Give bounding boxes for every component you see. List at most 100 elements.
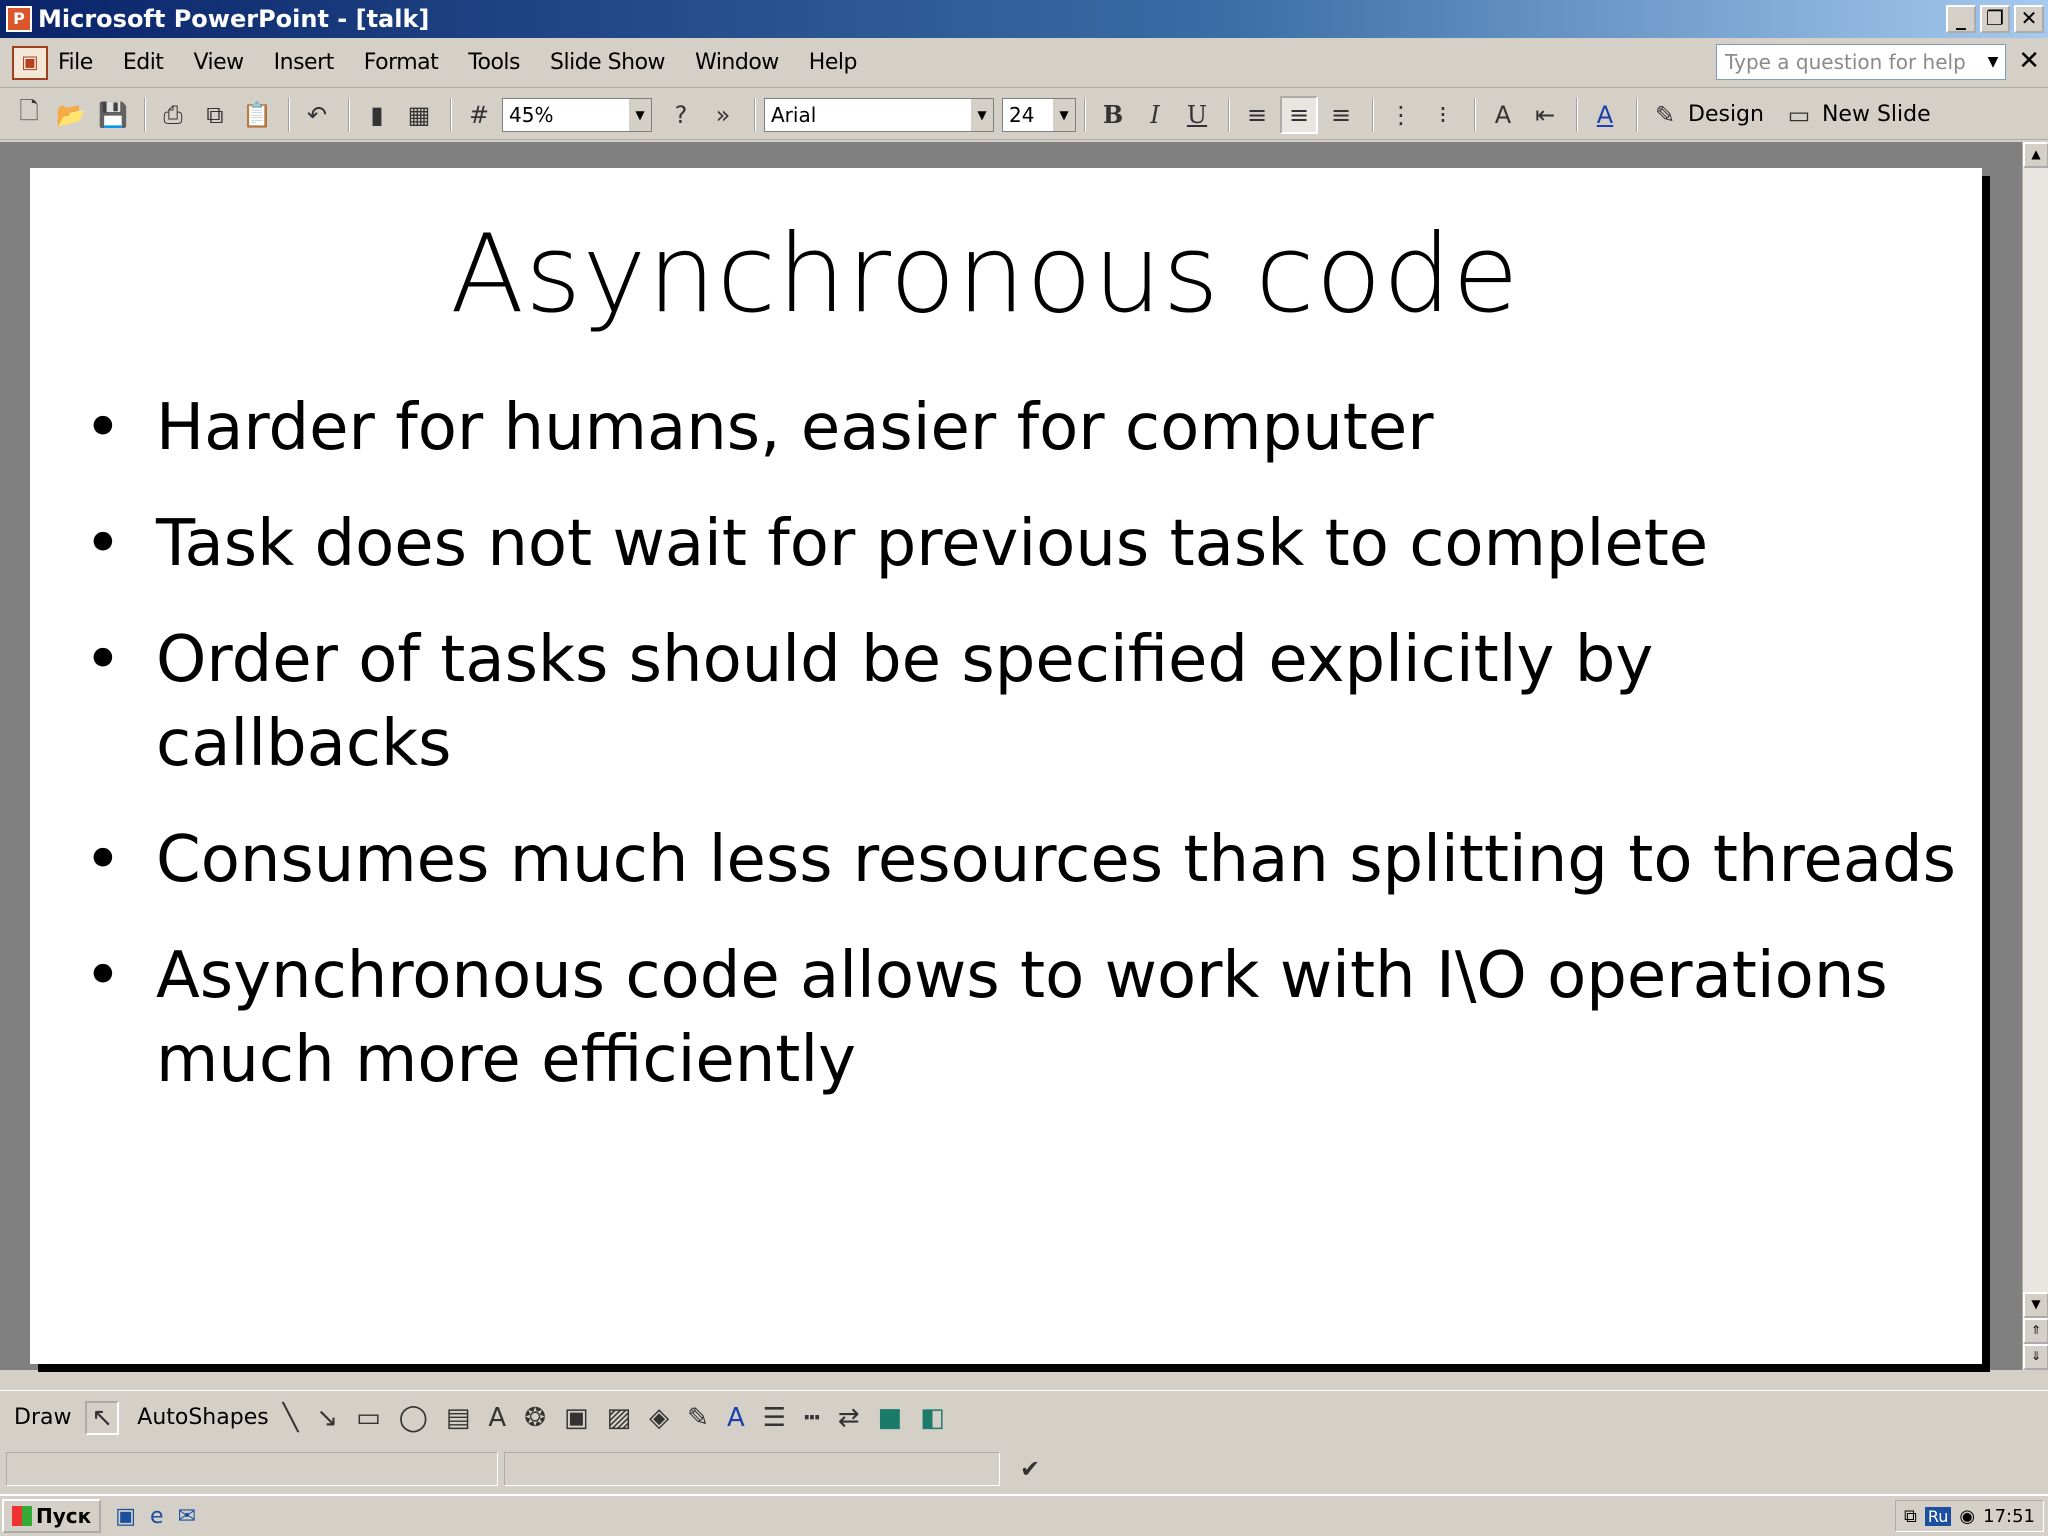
paste-icon[interactable]: 📋 [238,96,276,134]
decrease-indent-icon[interactable]: ⇤ [1526,96,1564,134]
internet-explorer-icon[interactable]: e [150,1504,164,1529]
bullet-item[interactable]: • Task does not wait for previous task to… [78,502,1958,586]
print-icon[interactable]: ⎙ [154,96,192,134]
dash-style-icon[interactable]: ┅ [804,1403,820,1433]
3d-style-icon[interactable]: ◧ [920,1403,945,1433]
bullet-dot-icon: • [84,623,122,697]
bullet-item[interactable]: • Order of tasks should be specified expl… [78,618,1958,786]
font-size-dropdown-icon[interactable]: ▼ [1053,98,1075,131]
menu-edit[interactable]: Edit [123,50,164,75]
bullet-text: Asynchronous code allows to work with I\… [156,939,1888,1097]
design-icon[interactable]: ✎ [1646,96,1684,134]
italic-button[interactable]: I [1136,96,1174,134]
font-name-combo[interactable]: Arial ▼ [764,97,994,132]
menu-tools[interactable]: Tools [468,50,520,75]
bullet-dot-icon: • [84,391,122,465]
line-icon[interactable]: ╲ [283,1403,299,1433]
document-icon[interactable]: ▣ [12,45,48,80]
menu-file[interactable]: File [58,50,93,75]
clip-art-icon[interactable]: ▣ [564,1403,589,1433]
zoom-dropdown-icon[interactable]: ▼ [629,98,651,131]
save-icon[interactable]: 💾 [94,96,132,134]
slide-canvas[interactable]: Asynchronous code • Harder for humans, ea… [30,168,1982,1364]
bold-button[interactable]: B [1094,96,1132,134]
help-icon[interactable]: ? [662,96,700,134]
powerpoint-app-icon[interactable]: P [6,6,32,32]
line-style-icon[interactable]: ☰ [763,1403,786,1433]
draw-menu-button[interactable]: Draw [14,1405,71,1430]
underline-button[interactable]: U [1178,96,1216,134]
title-bar[interactable]: P Microsoft PowerPoint - [talk] _ ❐ ✕ [0,0,2048,38]
font-color-draw-icon[interactable]: A [727,1403,745,1433]
fill-color-icon[interactable]: ◈ [649,1403,669,1433]
new-icon[interactable]: 🗋 [10,96,48,134]
help-dropdown-icon[interactable]: ▼ [1980,44,2006,80]
next-slide-icon[interactable]: ⇓ [2023,1344,2048,1370]
network-icon[interactable]: ⧉ [1904,1506,1917,1527]
insert-picture-icon[interactable]: ▨ [607,1403,632,1433]
start-button[interactable]: Пуск [2,1499,102,1533]
insert-chart-icon[interactable]: ▮ [358,96,396,134]
increase-font-size-icon[interactable]: A [1484,96,1522,134]
diagram-icon[interactable]: ❂ [524,1403,546,1433]
font-color-icon[interactable]: A [1586,96,1624,134]
align-right-icon[interactable]: ≡ [1322,96,1360,134]
speaker-icon[interactable]: ◉ [1959,1506,1975,1527]
restore-button[interactable]: ❐ [1980,5,2010,33]
menu-help[interactable]: Help [809,50,858,75]
slide-title[interactable]: Asynchronous code [30,212,1940,337]
menu-format[interactable]: Format [364,50,439,75]
bullet-text: Order of tasks should be specified expli… [156,623,1654,781]
document-close-icon[interactable]: ✕ [2018,46,2040,76]
shadow-style-icon[interactable]: ■ [878,1403,903,1433]
menu-view[interactable]: View [193,50,244,75]
wordart-icon[interactable]: A [488,1403,506,1433]
toolbar-separator [144,97,146,132]
arrow-icon[interactable]: ↘ [316,1403,338,1433]
text-box-icon[interactable]: ▤ [446,1403,471,1433]
bullet-item[interactable]: • Harder for humans, easier for computer [78,386,1958,470]
bullet-item[interactable]: • Consumes much less resources than split… [78,818,1958,902]
slide-bullet-list[interactable]: • Harder for humans, easier for computer … [78,386,1958,1102]
bullet-item[interactable]: • Asynchronous code allows to work with I… [78,934,1958,1102]
align-left-icon[interactable]: ≡ [1238,96,1276,134]
line-color-icon[interactable]: ✎ [687,1403,709,1433]
rectangle-icon[interactable]: ▭ [356,1403,381,1433]
zoom-combo[interactable]: 45% ▼ [502,97,652,132]
show-desktop-icon[interactable]: ▣ [115,1504,136,1529]
font-size-combo[interactable]: 24 ▼ [1002,97,1076,132]
vertical-scrollbar[interactable]: ▲ ▼ ⇑ ⇓ [2022,142,2048,1370]
language-indicator[interactable]: Ru [1924,1506,1952,1526]
previous-slide-icon[interactable]: ⇑ [2023,1318,2048,1344]
undo-icon[interactable]: ↶ [298,96,336,134]
arrow-style-icon[interactable]: ⇄ [838,1403,860,1433]
outlook-express-icon[interactable]: ✉ [178,1504,196,1529]
align-center-icon[interactable]: ≡ [1280,95,1318,134]
scroll-up-icon[interactable]: ▲ [2023,142,2048,168]
menu-window[interactable]: Window [695,50,779,75]
new-slide-button[interactable]: New Slide [1822,102,1931,127]
scroll-down-icon[interactable]: ▼ [2023,1292,2048,1318]
toolbar-separator [1228,97,1230,132]
copy-icon[interactable]: ⧉ [196,96,234,134]
bullets-icon[interactable]: ⁝ [1424,96,1462,134]
numbering-icon[interactable]: ⋮ [1382,96,1420,134]
new-slide-icon[interactable]: ▭ [1780,96,1818,134]
help-question-input[interactable]: Type a question for help [1716,44,2006,80]
autoshapes-menu-button[interactable]: AutoShapes [137,1405,268,1430]
toolbar-options-icon[interactable]: » [704,96,742,134]
minimize-button[interactable]: _ [1946,5,1976,33]
spelling-status-icon[interactable]: ✔ [1020,1455,1040,1483]
show-grid-icon[interactable]: # [460,96,498,134]
oval-icon[interactable]: ◯ [399,1403,428,1433]
menu-insert[interactable]: Insert [274,50,335,75]
design-button[interactable]: Design [1688,102,1764,127]
insert-table-icon[interactable]: ▦ [400,96,438,134]
open-icon[interactable]: 📂 [52,96,90,134]
close-button[interactable]: ✕ [2014,5,2044,33]
slide-workspace: Asynchronous code • Harder for humans, ea… [0,142,2022,1370]
font-dropdown-icon[interactable]: ▼ [971,98,993,131]
clock[interactable]: 17:51 [1983,1506,2035,1527]
select-objects-icon[interactable]: ↖ [85,1400,120,1435]
menu-slide-show[interactable]: Slide Show [550,50,666,75]
